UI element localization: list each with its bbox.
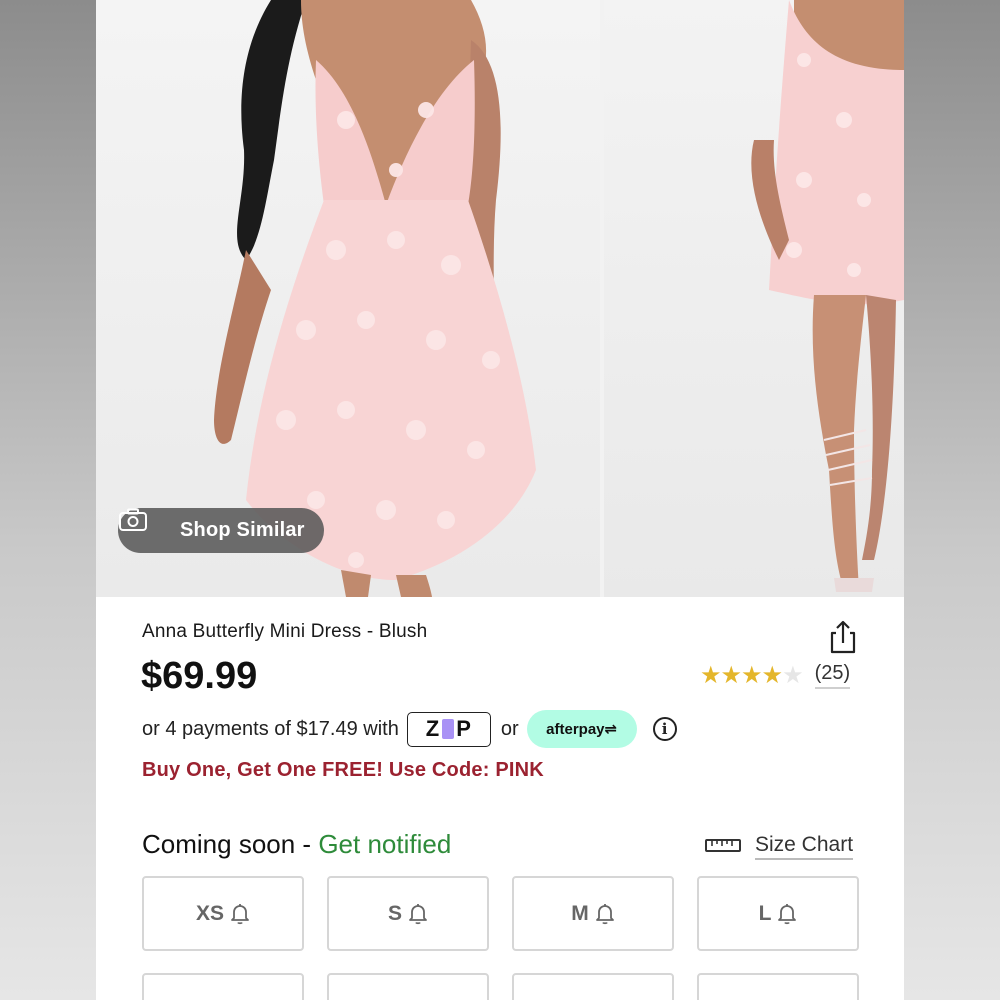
size-option-row2-4[interactable]	[697, 973, 859, 1000]
size-option-s[interactable]: S	[327, 876, 489, 951]
reviews-count-link[interactable]: (25)	[814, 662, 851, 689]
size-chart-link[interactable]: Size Chart	[705, 833, 854, 860]
ruler-icon	[705, 835, 741, 859]
share-icon[interactable]	[827, 619, 859, 655]
size-option-row2-2[interactable]	[327, 973, 489, 1000]
installments-row: or 4 payments of $17.49 with ZP or after…	[142, 710, 677, 748]
background-right	[904, 0, 1000, 1000]
star-icon: ★	[700, 662, 721, 689]
or-label: or	[500, 717, 519, 740]
availability-heading: Coming soon - Get notified	[142, 829, 451, 860]
afterpay-label: afterpay	[546, 720, 605, 738]
afterpay-logo[interactable]: afterpay ⇌	[526, 710, 637, 748]
size-option-l[interactable]: L	[697, 876, 859, 951]
star-rating: ★★★★★	[700, 661, 804, 690]
product-price: $69.99	[141, 655, 258, 697]
size-label: S	[387, 901, 402, 925]
product-info: Anna Butterfly Mini Dress - Blush $69.99…	[96, 597, 904, 1000]
size-label: L	[758, 901, 772, 925]
product-title: Anna Butterfly Mini Dress - Blush	[142, 621, 428, 642]
star-icon: ★	[761, 662, 783, 689]
bell-icon	[595, 903, 614, 924]
product-image-front[interactable]: Shop Similar	[96, 0, 600, 597]
size-label: XS	[195, 901, 224, 925]
star-icon: ★	[720, 662, 742, 689]
size-label: M	[571, 901, 589, 925]
availability-separator: -	[295, 829, 319, 859]
rating[interactable]: ★★★★★ (25)	[700, 661, 851, 690]
product-page: Shop Similar Anna Butterfly Mini Dress -…	[96, 0, 904, 1000]
promo-text: Buy One, Get One FREE! Use Code: PINK	[142, 759, 544, 781]
bell-icon	[231, 903, 249, 924]
size-option-row2-3[interactable]	[512, 973, 674, 1000]
size-chart-label: Size Chart	[755, 833, 854, 860]
info-icon[interactable]: i	[652, 717, 677, 741]
background-left	[0, 0, 96, 1000]
product-gallery[interactable]: Shop Similar	[96, 0, 904, 597]
installments-text: or 4 payments of $17.49 with	[142, 717, 399, 740]
camera-icon	[119, 508, 168, 543]
coming-soon-label: Coming soon	[142, 829, 296, 859]
product-image-side[interactable]	[604, 0, 904, 597]
bell-icon	[409, 903, 427, 924]
size-option-xs[interactable]: XS	[142, 876, 304, 951]
size-option-m[interactable]: M	[512, 876, 674, 951]
star-icon: ★	[782, 662, 803, 689]
size-option-row2-1[interactable]	[142, 973, 304, 1000]
star-icon: ★	[741, 662, 762, 689]
bell-icon	[778, 903, 797, 924]
get-notified-link[interactable]: Get notified	[318, 829, 451, 859]
zip-logo[interactable]: ZP	[406, 711, 491, 747]
shop-similar-button[interactable]: Shop Similar	[118, 508, 324, 553]
dress-side-illustration	[751, 0, 904, 592]
shop-similar-label: Shop Similar	[180, 519, 305, 541]
